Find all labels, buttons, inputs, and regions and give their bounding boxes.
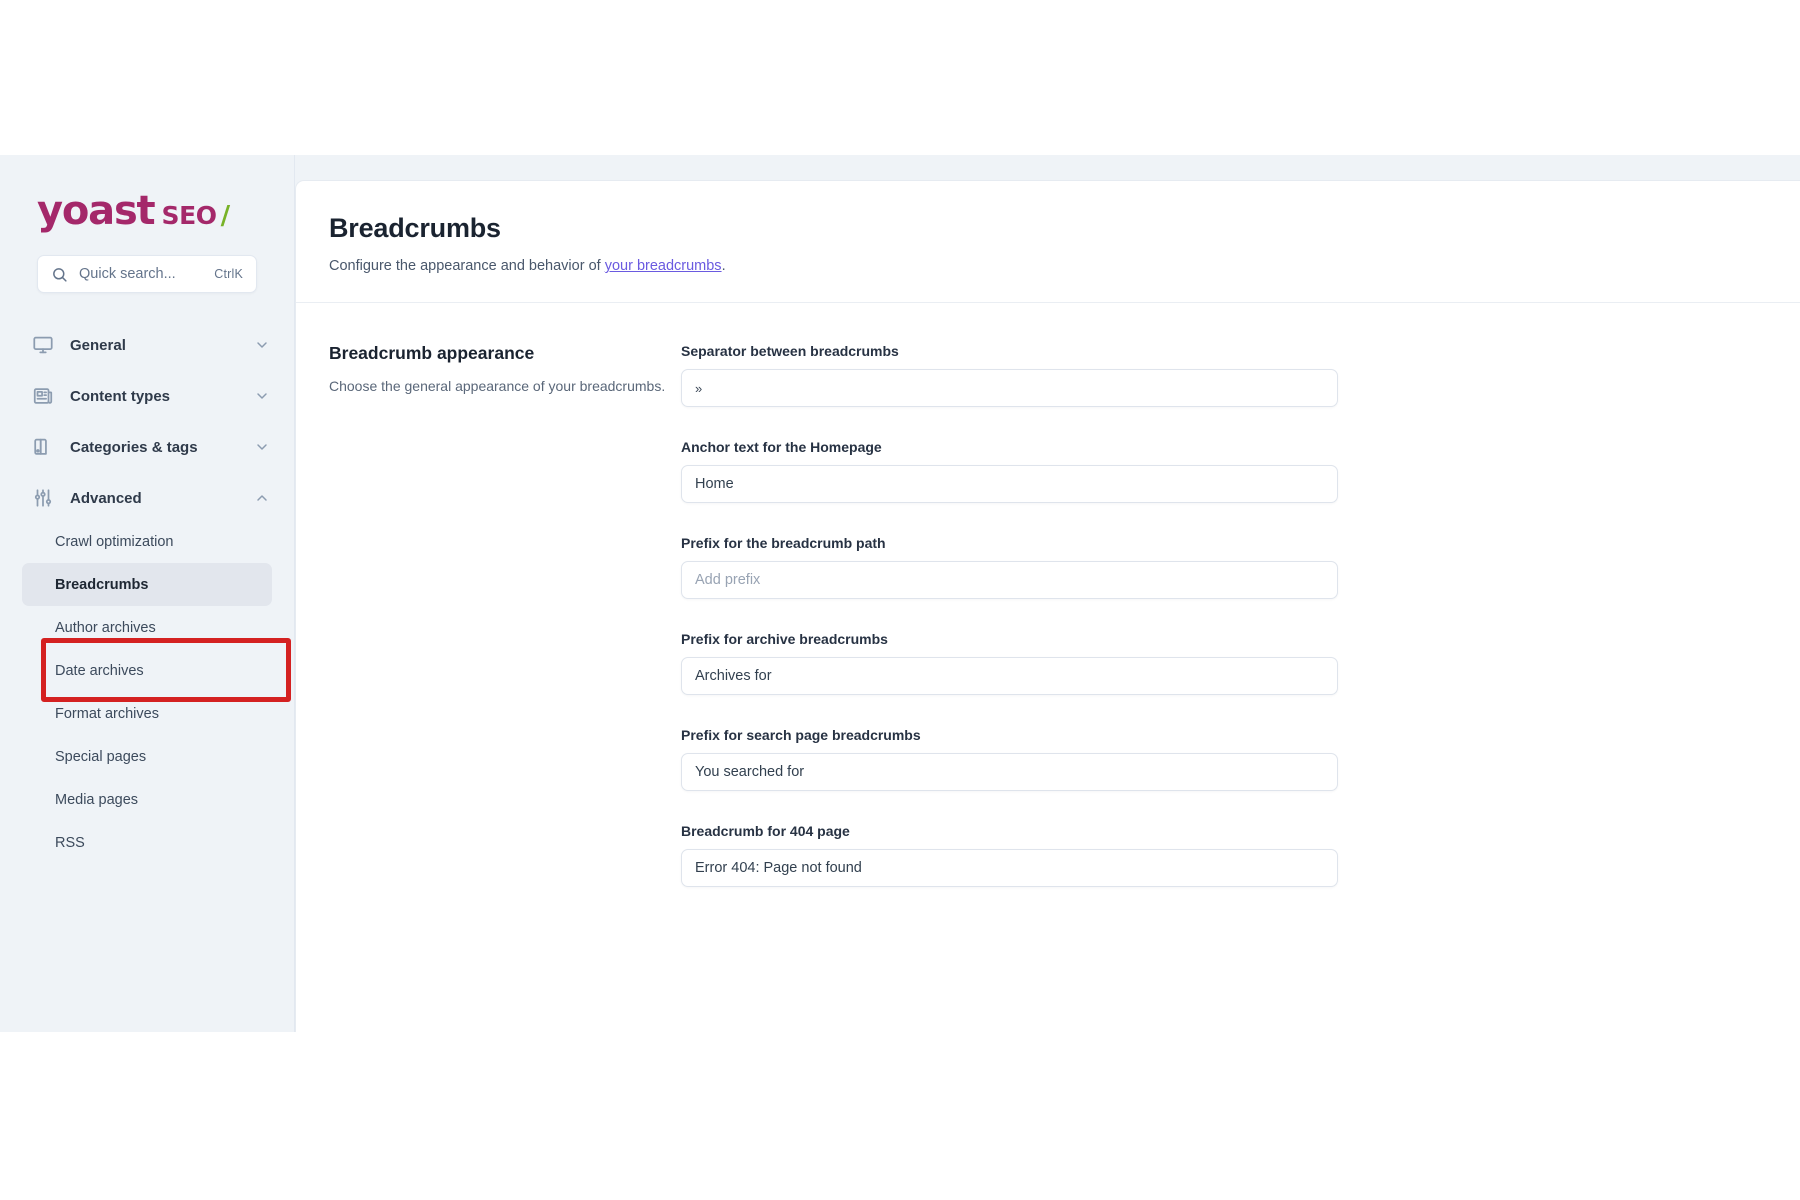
sidebar-item-author-archives-label: Author archives xyxy=(55,619,156,636)
search-input[interactable]: Quick search... CtrlK xyxy=(37,255,257,293)
sidebar-item-format-archives-label: Format archives xyxy=(55,705,159,722)
sidebar-item-crawl-optimization-label: Crawl optimization xyxy=(55,533,174,550)
main-content: Breadcrumbs Configure the appearance and… xyxy=(295,155,1800,1032)
search-page-prefix-input[interactable] xyxy=(681,753,1338,791)
sidebar-item-content-types-label: Content types xyxy=(70,387,171,405)
field-separator: Separator between breadcrumbs xyxy=(681,343,1341,407)
field-breadcrumb-path-prefix: Prefix for the breadcrumb path xyxy=(681,535,1341,599)
sidebar-item-date-archives[interactable]: Date archives xyxy=(22,649,272,692)
logo-wordmark: yoast xyxy=(37,188,156,234)
field-homepage-anchor: Anchor text for the Homepage xyxy=(681,439,1341,503)
sidebar-item-crawl-optimization[interactable]: Crawl optimization xyxy=(22,520,272,563)
sliders-icon xyxy=(32,487,54,509)
chevron-up-icon[interactable] xyxy=(254,490,270,506)
field-error-404: Breadcrumb for 404 page xyxy=(681,823,1341,887)
field-search-page-prefix: Prefix for search page breadcrumbs xyxy=(681,727,1341,791)
sidebar-item-advanced-label: Advanced xyxy=(70,489,142,507)
sidebar-item-breadcrumbs[interactable]: Breadcrumbs xyxy=(22,563,272,606)
search-placeholder: Quick search... xyxy=(79,266,176,282)
yoast-seo-settings-app: yoast SEO / Quick search... CtrlK Genera… xyxy=(0,155,1800,1032)
field-homepage-anchor-label: Anchor text for the Homepage xyxy=(681,439,882,455)
sidebar-item-media-pages[interactable]: Media pages xyxy=(22,778,272,821)
page-title: Breadcrumbs xyxy=(329,213,501,243)
error-404-input[interactable] xyxy=(681,849,1338,887)
page-subtitle-period: . xyxy=(721,258,726,274)
sidebar-item-media-pages-label: Media pages xyxy=(55,791,139,808)
yoast-logo[interactable]: yoast SEO / xyxy=(37,188,294,234)
sidebar-item-rss-label: RSS xyxy=(55,834,85,851)
sidebar: yoast SEO / Quick search... CtrlK Genera… xyxy=(0,155,295,1032)
field-breadcrumb-path-prefix-label: Prefix for the breadcrumb path xyxy=(681,535,886,551)
field-archive-prefix: Prefix for archive breadcrumbs xyxy=(681,631,1341,695)
page-subtitle-text: Configure the appearance and behavior of xyxy=(329,258,605,274)
logo-slash-icon: / xyxy=(220,201,231,231)
page-header: Breadcrumbs Configure the appearance and… xyxy=(296,181,1800,274)
section-description: Choose the general appearance of your br… xyxy=(329,378,666,394)
field-separator-label: Separator between breadcrumbs xyxy=(681,343,899,359)
logo-product: SEO xyxy=(161,201,217,230)
chevron-down-icon[interactable] xyxy=(254,388,270,404)
section-title: Breadcrumb appearance xyxy=(329,343,535,363)
your-breadcrumbs-link[interactable]: your breadcrumbs xyxy=(605,258,722,274)
sidebar-item-rss[interactable]: RSS xyxy=(22,821,272,864)
sidebar-item-breadcrumbs-label: Breadcrumbs xyxy=(55,576,149,593)
field-error-404-label: Breadcrumb for 404 page xyxy=(681,823,850,839)
swatch-icon xyxy=(32,436,54,458)
page-subtitle: Configure the appearance and behavior of… xyxy=(329,258,1800,274)
chevron-down-icon[interactable] xyxy=(254,439,270,455)
separator-input[interactable] xyxy=(681,369,1338,407)
newspaper-icon xyxy=(32,385,54,407)
sidebar-item-content-types[interactable]: Content types xyxy=(0,374,294,418)
sidebar-item-date-archives-label: Date archives xyxy=(55,662,144,679)
settings-card: Breadcrumbs Configure the appearance and… xyxy=(295,180,1800,1032)
sidebar-item-general[interactable]: General xyxy=(0,323,294,367)
sidebar-item-categories-tags-label: Categories & tags xyxy=(70,438,198,456)
homepage-anchor-input[interactable] xyxy=(681,465,1338,503)
breadcrumb-path-prefix-input[interactable] xyxy=(681,561,1338,599)
section-fields-column: Separator between breadcrumbs Anchor tex… xyxy=(681,343,1341,919)
field-search-page-prefix-label: Prefix for search page breadcrumbs xyxy=(681,727,921,743)
field-archive-prefix-label: Prefix for archive breadcrumbs xyxy=(681,631,888,647)
archive-prefix-input[interactable] xyxy=(681,657,1338,695)
monitor-icon xyxy=(32,334,54,356)
sidebar-item-special-pages[interactable]: Special pages xyxy=(22,735,272,778)
sidebar-item-categories-tags[interactable]: Categories & tags xyxy=(0,425,294,469)
sidebar-item-general-label: General xyxy=(70,336,126,354)
sidebar-item-format-archives[interactable]: Format archives xyxy=(22,692,272,735)
search-shortcut-hint: CtrlK xyxy=(214,267,243,281)
section-description-column: Breadcrumb appearance Choose the general… xyxy=(329,343,681,919)
sidebar-item-author-archives[interactable]: Author archives xyxy=(22,606,272,649)
chevron-down-icon[interactable] xyxy=(254,337,270,353)
breadcrumb-appearance-section: Breadcrumb appearance Choose the general… xyxy=(296,303,1800,919)
search-icon xyxy=(51,266,68,283)
sidebar-item-advanced[interactable]: Advanced xyxy=(0,476,294,520)
sidebar-nav: General Content types Categories & tags … xyxy=(0,323,294,864)
sidebar-item-special-pages-label: Special pages xyxy=(55,748,147,765)
